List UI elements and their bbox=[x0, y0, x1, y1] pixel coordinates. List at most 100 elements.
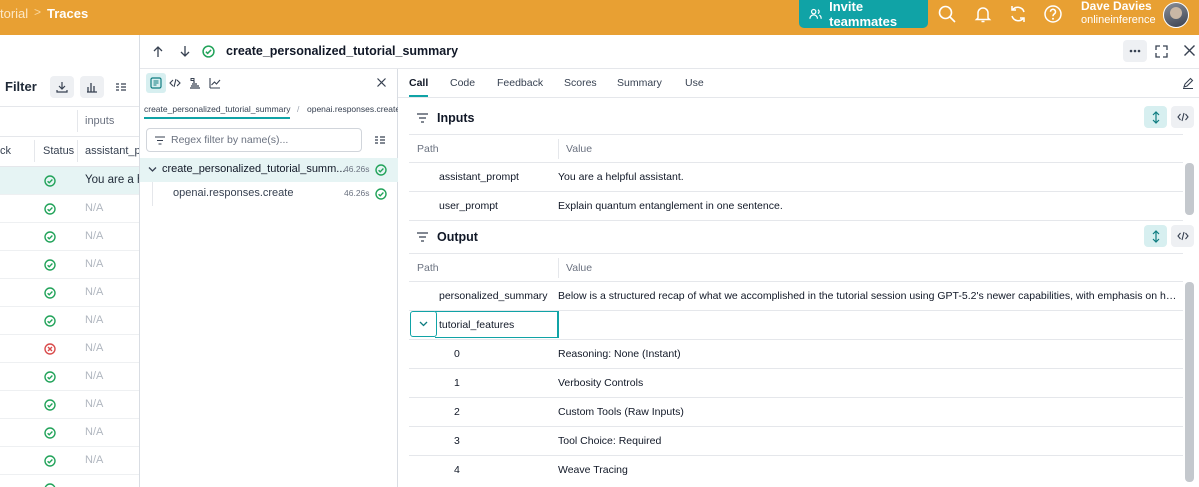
inputs-table-header: Path Value bbox=[409, 134, 1183, 163]
inputs-scrollbar[interactable] bbox=[1185, 163, 1194, 215]
columns-icon bbox=[375, 136, 385, 144]
tree-node-child[interactable]: openai.responses.create 46.26s bbox=[140, 182, 398, 206]
output-key: personalized_summary bbox=[439, 290, 548, 302]
more-options-button[interactable] bbox=[1123, 40, 1147, 62]
tab-code[interactable]: Code bbox=[450, 77, 475, 89]
column-header-status[interactable]: Status bbox=[43, 145, 74, 157]
edit-icon[interactable] bbox=[1182, 77, 1194, 89]
tree-node-root[interactable]: create_personalized_tutorial_summ... 46.… bbox=[140, 158, 398, 182]
array-index: 2 bbox=[454, 406, 460, 418]
breadcrumb-project[interactable]: torial bbox=[0, 6, 28, 21]
table-row[interactable]: N/A bbox=[0, 307, 139, 335]
table-row[interactable]: You are a he bbox=[0, 167, 139, 195]
code-view-icon[interactable] bbox=[169, 77, 181, 89]
breadcrumb-separator: / bbox=[297, 104, 300, 114]
output-value: Verbosity Controls bbox=[558, 377, 644, 389]
flame-graph-icon[interactable] bbox=[189, 77, 201, 89]
users-icon bbox=[809, 8, 822, 19]
column-header-check[interactable]: ck bbox=[0, 145, 11, 157]
table-row[interactable]: N/A bbox=[0, 223, 139, 251]
table-row[interactable]: N/A bbox=[0, 279, 139, 307]
assistant-prompt-cell: N/A bbox=[85, 286, 104, 298]
more-horizontal-icon bbox=[1129, 49, 1141, 53]
assistant-prompt-cell: N/A bbox=[85, 314, 104, 326]
tab-feedback[interactable]: Feedback bbox=[497, 77, 543, 89]
refresh-icon[interactable] bbox=[1008, 4, 1028, 24]
output-scrollbar[interactable] bbox=[1185, 282, 1194, 482]
metrics-button[interactable] bbox=[80, 76, 104, 98]
success-status-icon bbox=[44, 231, 56, 243]
success-status-icon bbox=[44, 315, 56, 327]
success-status-icon bbox=[44, 175, 56, 187]
column-header-assistant-prompt[interactable]: assistant_pr bbox=[85, 145, 139, 157]
selected-cell-divider bbox=[558, 311, 559, 338]
assistant-prompt-cell: N/A bbox=[85, 426, 104, 438]
help-icon[interactable] bbox=[1043, 4, 1063, 24]
expand-all-button[interactable] bbox=[1144, 106, 1167, 128]
close-icon[interactable] bbox=[1183, 44, 1196, 57]
download-button[interactable] bbox=[50, 76, 74, 98]
success-status-icon bbox=[44, 455, 56, 467]
name-filter-input[interactable] bbox=[171, 132, 356, 148]
table-row: assistant_prompt You are a helpful assis… bbox=[409, 163, 1183, 192]
table-row[interactable]: N/A bbox=[0, 447, 139, 475]
filter-label[interactable]: Filter bbox=[5, 79, 37, 94]
invite-teammates-button[interactable]: Invite teammates bbox=[799, 0, 928, 29]
table-row[interactable]: N/A bbox=[0, 363, 139, 391]
table-row[interactable]: N/A bbox=[0, 391, 139, 419]
search-icon[interactable] bbox=[937, 4, 957, 24]
name-filter-field[interactable] bbox=[146, 128, 362, 152]
arrow-down-icon[interactable] bbox=[179, 45, 191, 58]
tab-summary[interactable]: Summary bbox=[617, 77, 662, 89]
table-row[interactable]: N/A bbox=[0, 195, 139, 223]
invite-teammates-label: Invite teammates bbox=[829, 0, 898, 29]
input-value: You are a helpful assistant. bbox=[558, 171, 684, 183]
table-row: user_prompt Explain quantum entanglement… bbox=[409, 192, 1183, 221]
assistant-prompt-cell: N/A bbox=[85, 370, 104, 382]
success-status-icon bbox=[375, 188, 387, 200]
view-json-button[interactable] bbox=[1171, 106, 1194, 128]
avatar[interactable] bbox=[1163, 2, 1189, 28]
expand-vertical-icon bbox=[1152, 110, 1159, 124]
expand-all-button[interactable] bbox=[1144, 225, 1167, 247]
table-row[interactable]: N/A bbox=[0, 251, 139, 279]
columns-button[interactable] bbox=[109, 76, 133, 98]
table-row-expandable[interactable]: tutorial_features bbox=[409, 311, 1183, 340]
table-row[interactable] bbox=[0, 475, 139, 487]
tab-scores[interactable]: Scores bbox=[564, 77, 597, 89]
arrow-up-icon[interactable] bbox=[152, 45, 164, 58]
table-row[interactable]: N/A bbox=[0, 419, 139, 447]
tab-call[interactable]: Call bbox=[409, 77, 429, 97]
divider bbox=[0, 106, 139, 107]
array-index: 3 bbox=[454, 435, 460, 447]
assistant-prompt-cell: N/A bbox=[85, 202, 104, 214]
column-header-value: Value bbox=[566, 143, 593, 155]
chevron-down-icon[interactable] bbox=[148, 166, 157, 173]
breadcrumb-traces[interactable]: Traces bbox=[47, 6, 88, 21]
call-tree-toolbar bbox=[140, 69, 398, 98]
output-table-header: Path Value bbox=[409, 253, 1183, 282]
breadcrumb-root-op[interactable]: create_personalized_tutorial_summary bbox=[144, 104, 291, 119]
breadcrumb-child-op[interactable]: openai.responses.create bbox=[307, 104, 398, 114]
assistant-prompt-cell: N/A bbox=[85, 258, 104, 270]
bell-icon[interactable] bbox=[973, 4, 993, 24]
close-icon[interactable] bbox=[376, 77, 387, 88]
table-row[interactable]: N/A bbox=[0, 335, 139, 363]
tree-view-button[interactable] bbox=[146, 73, 166, 93]
tree-settings-button[interactable] bbox=[368, 129, 392, 151]
collapse-toggle[interactable] bbox=[410, 311, 437, 337]
output-section-header: Output bbox=[398, 219, 1194, 255]
breadcrumb-separator: > bbox=[34, 5, 42, 19]
success-status-icon bbox=[44, 399, 56, 411]
fullscreen-icon[interactable] bbox=[1155, 45, 1168, 58]
traces-table-panel: Filter inputs ck Status assistant_pr You… bbox=[0, 35, 140, 487]
output-value: Reasoning: None (Instant) bbox=[558, 348, 681, 360]
trace-header: create_personalized_tutorial_summary bbox=[140, 35, 1199, 69]
graph-icon[interactable] bbox=[209, 77, 221, 89]
output-title: Output bbox=[437, 230, 478, 244]
tab-use[interactable]: Use bbox=[685, 77, 704, 89]
column-header-path: Path bbox=[417, 262, 439, 274]
tree-node-duration: 46.26s bbox=[344, 164, 370, 174]
view-json-button[interactable] bbox=[1171, 225, 1194, 247]
output-value: Weave Tracing bbox=[558, 464, 628, 476]
